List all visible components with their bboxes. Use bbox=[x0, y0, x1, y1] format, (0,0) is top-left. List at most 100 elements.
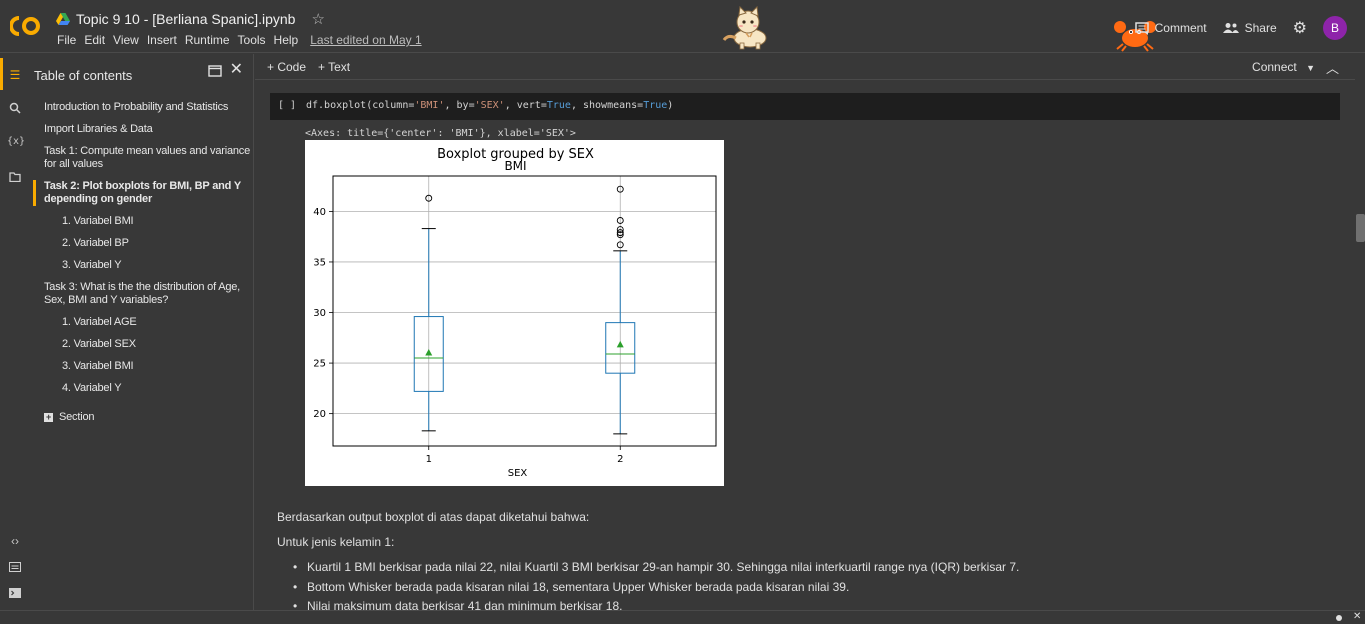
settings-gear-icon[interactable]: ⚙ bbox=[1293, 18, 1307, 38]
share-label: Share bbox=[1244, 21, 1277, 35]
files-folder-icon[interactable] bbox=[7, 171, 23, 187]
close-icon[interactable]: ✕ bbox=[230, 62, 243, 80]
comment-label: Comment bbox=[1154, 21, 1207, 35]
comment-button[interactable]: Comment bbox=[1134, 21, 1207, 35]
variables-icon[interactable]: {x} bbox=[7, 136, 25, 152]
top-right-actions: Comment Share ⚙ B bbox=[1134, 16, 1347, 40]
mean-marker bbox=[425, 348, 433, 356]
notebook-main: + Code + Text Connect ▼ ︿ [ ] df.boxplot… bbox=[255, 54, 1355, 613]
code-text[interactable]: df.boxplot(column='BMI', by='SEX', vert=… bbox=[306, 100, 673, 111]
toc-item-task3[interactable]: Task 3: What is the the distribution of … bbox=[44, 281, 240, 307]
mean-marker bbox=[616, 340, 624, 348]
terminal-icon[interactable] bbox=[7, 587, 23, 603]
toc-item-bmi[interactable]: 1. Variabel BMI bbox=[62, 215, 134, 228]
toc-item-age[interactable]: 1. Variabel AGE bbox=[62, 316, 137, 329]
x-axis-label: SEX bbox=[508, 468, 528, 479]
scrollbar-thumb[interactable] bbox=[1356, 214, 1365, 242]
add-text-button[interactable]: + Text bbox=[318, 60, 350, 74]
toc-item-task2-line1: Task 2: Plot boxplots for BMI, BP and Y bbox=[44, 180, 241, 192]
toc-item-task3-line2: Sex, BMI and Y variables? bbox=[44, 294, 169, 306]
code-part: ) bbox=[667, 100, 674, 111]
code-part: , vert= bbox=[504, 100, 547, 111]
code-keyword: True bbox=[643, 100, 668, 111]
chevron-up-icon[interactable]: ︿ bbox=[1326, 58, 1339, 77]
connect-label: Connect bbox=[1252, 60, 1297, 74]
paragraph-intro: Berdasarkan output boxplot di atas dapat… bbox=[277, 510, 590, 524]
menu-bar: File Edit View Insert Runtime Tools Help… bbox=[53, 33, 426, 47]
y-tick-label: 30 bbox=[313, 308, 326, 319]
x-tick-label: 2 bbox=[617, 454, 623, 465]
chart-title: BMI bbox=[504, 159, 526, 173]
code-snippets-icon[interactable]: ‹› bbox=[7, 534, 23, 550]
toc-item-y-2[interactable]: 4. Variabel Y bbox=[62, 382, 122, 395]
comment-icon bbox=[1134, 21, 1149, 35]
cell-toolbar: + Code + Text Connect ▼ ︿ bbox=[255, 54, 1355, 80]
toc-item-task3-line1: Task 3: What is the the distribution of … bbox=[44, 281, 241, 293]
menu-insert[interactable]: Insert bbox=[143, 33, 181, 47]
avatar[interactable]: B bbox=[1323, 16, 1347, 40]
code-string: 'SEX' bbox=[474, 100, 505, 111]
status-bar: ✕ bbox=[0, 610, 1365, 624]
y-tick-label: 20 bbox=[313, 409, 326, 420]
table-of-contents-panel: Table of contents ✕ Introduction to Prob… bbox=[30, 54, 254, 610]
open-in-tab-icon[interactable] bbox=[207, 64, 222, 80]
toc-add-section[interactable]: + Section bbox=[44, 411, 94, 424]
toc-item-task2[interactable]: Task 2: Plot boxplots for BMI, BP and Y … bbox=[44, 180, 241, 206]
last-edited-link[interactable]: Last edited on May 1 bbox=[306, 33, 425, 47]
google-drive-icon bbox=[56, 13, 70, 25]
paragraph-sex1: Untuk jenis kelamin 1: bbox=[277, 535, 395, 549]
section-label: Section bbox=[59, 411, 95, 423]
toc-item-task1-line1: Task 1: Compute mean values and variance bbox=[44, 145, 251, 157]
status-close-icon[interactable]: ✕ bbox=[1353, 611, 1361, 622]
list-item: Kuartil 1 BMI berkisar pada nilai 22, ni… bbox=[293, 560, 1019, 574]
code-string: 'BMI' bbox=[414, 100, 445, 111]
notebook-title[interactable]: Topic 9 10 - [Berliana Spanic].ipynb bbox=[76, 11, 295, 27]
share-people-icon bbox=[1222, 23, 1239, 33]
cell-output-repr: <Axes: title={'center': 'BMI'}, xlabel='… bbox=[305, 128, 576, 139]
plot-frame bbox=[332, 175, 717, 447]
chevron-down-icon: ▼ bbox=[1306, 63, 1315, 73]
toc-item-sex[interactable]: 2. Variabel SEX bbox=[62, 338, 136, 351]
add-section-icon: + bbox=[44, 412, 53, 422]
code-cell[interactable]: [ ] df.boxplot(column='BMI', by='SEX', v… bbox=[270, 93, 1340, 120]
y-tick-label: 35 bbox=[313, 257, 326, 268]
menu-tools[interactable]: Tools bbox=[234, 33, 270, 47]
toc-title: Table of contents bbox=[34, 68, 133, 83]
connect-button[interactable]: Connect ▼ bbox=[1252, 60, 1315, 74]
menu-view[interactable]: View bbox=[109, 33, 143, 47]
toc-item-task2-line2: depending on gender bbox=[44, 193, 153, 205]
boxplot-output: 20 25 30 35 40 1 2 Boxplot grouped by SEX BMI SEX bbox=[305, 140, 724, 486]
toc-item-bp[interactable]: 2. Variabel BP bbox=[62, 237, 129, 250]
code-keyword: True bbox=[546, 100, 571, 111]
run-cell-button[interactable]: [ ] bbox=[278, 100, 296, 111]
x-tick-label: 1 bbox=[426, 454, 432, 465]
menu-file[interactable]: File bbox=[53, 33, 80, 47]
menu-edit[interactable]: Edit bbox=[80, 33, 109, 47]
add-code-button[interactable]: + Code bbox=[267, 60, 306, 74]
status-dot-icon bbox=[1336, 615, 1342, 621]
menu-help[interactable]: Help bbox=[270, 33, 303, 47]
star-icon[interactable]: ☆ bbox=[311, 10, 324, 28]
toc-item-bmi-2[interactable]: 3. Variabel BMI bbox=[62, 360, 134, 373]
table-of-contents-icon[interactable]: ☰ bbox=[7, 68, 23, 84]
code-part: , showmeans= bbox=[570, 100, 644, 111]
toc-item-intro[interactable]: Introduction to Probability and Statisti… bbox=[44, 101, 228, 114]
toc-item-import[interactable]: Import Libraries & Data bbox=[44, 123, 153, 136]
top-bar: Topic 9 10 - [Berliana Spanic].ipynb ☆ F… bbox=[0, 0, 1365, 53]
colab-logo-icon[interactable] bbox=[10, 14, 42, 38]
y-tick-label: 40 bbox=[313, 207, 326, 218]
search-icon[interactable] bbox=[7, 102, 23, 118]
left-icon-rail: ☰ {x} ‹› bbox=[0, 54, 30, 610]
share-button[interactable]: Share bbox=[1222, 21, 1277, 35]
toc-item-task1-line2: for all values bbox=[44, 158, 103, 170]
toc-item-y[interactable]: 3. Variabel Y bbox=[62, 259, 122, 272]
command-palette-icon[interactable] bbox=[7, 561, 23, 577]
menu-runtime[interactable]: Runtime bbox=[181, 33, 234, 47]
list-item: Bottom Whisker berada pada kisaran nilai… bbox=[293, 580, 849, 594]
code-part: , by= bbox=[444, 100, 475, 111]
cat-mascot-icon bbox=[722, 6, 767, 50]
rail-active-indicator bbox=[0, 58, 3, 90]
toc-item-task1[interactable]: Task 1: Compute mean values and variance… bbox=[44, 145, 250, 171]
toc-header-actions: ✕ bbox=[207, 62, 243, 80]
y-tick-label: 25 bbox=[313, 359, 326, 370]
